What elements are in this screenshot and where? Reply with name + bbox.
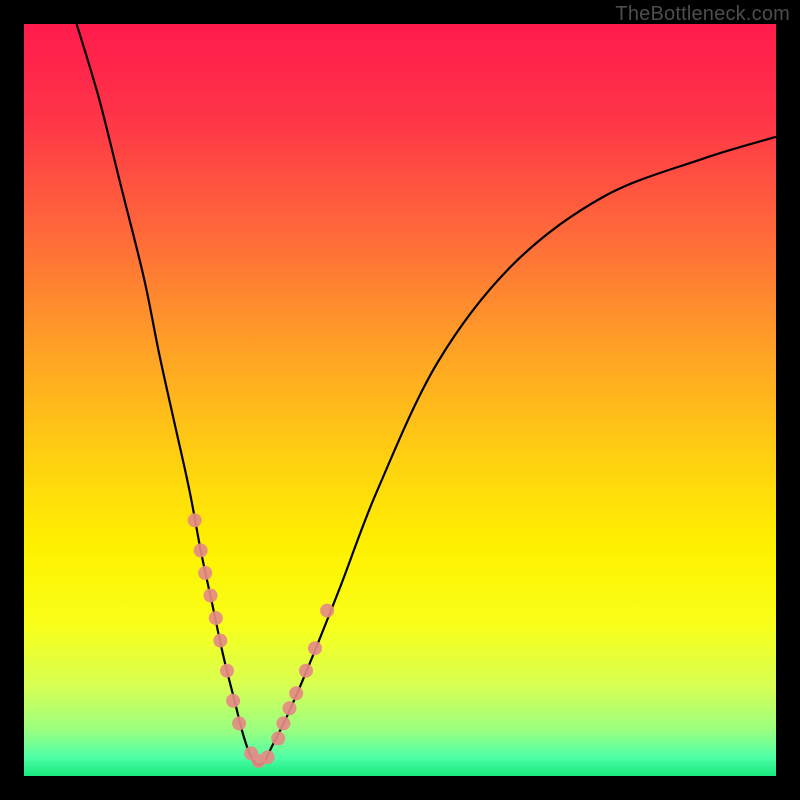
- marker-dot: [194, 543, 208, 557]
- marker-dot: [226, 694, 240, 708]
- marker-dot: [209, 611, 223, 625]
- plot-area: [24, 24, 776, 776]
- marker-dot: [261, 750, 275, 764]
- marker-dot: [220, 664, 234, 678]
- marker-dot: [289, 686, 303, 700]
- marker-dot: [320, 604, 334, 618]
- gradient-background: [24, 24, 776, 776]
- marker-dot: [198, 566, 212, 580]
- watermark-text: TheBottleneck.com: [615, 3, 790, 26]
- marker-dot: [232, 716, 246, 730]
- marker-dot: [299, 664, 313, 678]
- marker-dot: [308, 641, 322, 655]
- marker-dot: [213, 634, 227, 648]
- outer-frame: TheBottleneck.com: [0, 0, 800, 800]
- marker-dot: [271, 731, 285, 745]
- marker-dot: [204, 589, 218, 603]
- chart-svg: [24, 24, 776, 776]
- marker-dot: [188, 513, 202, 527]
- marker-dot: [283, 701, 297, 715]
- marker-dot: [276, 716, 290, 730]
